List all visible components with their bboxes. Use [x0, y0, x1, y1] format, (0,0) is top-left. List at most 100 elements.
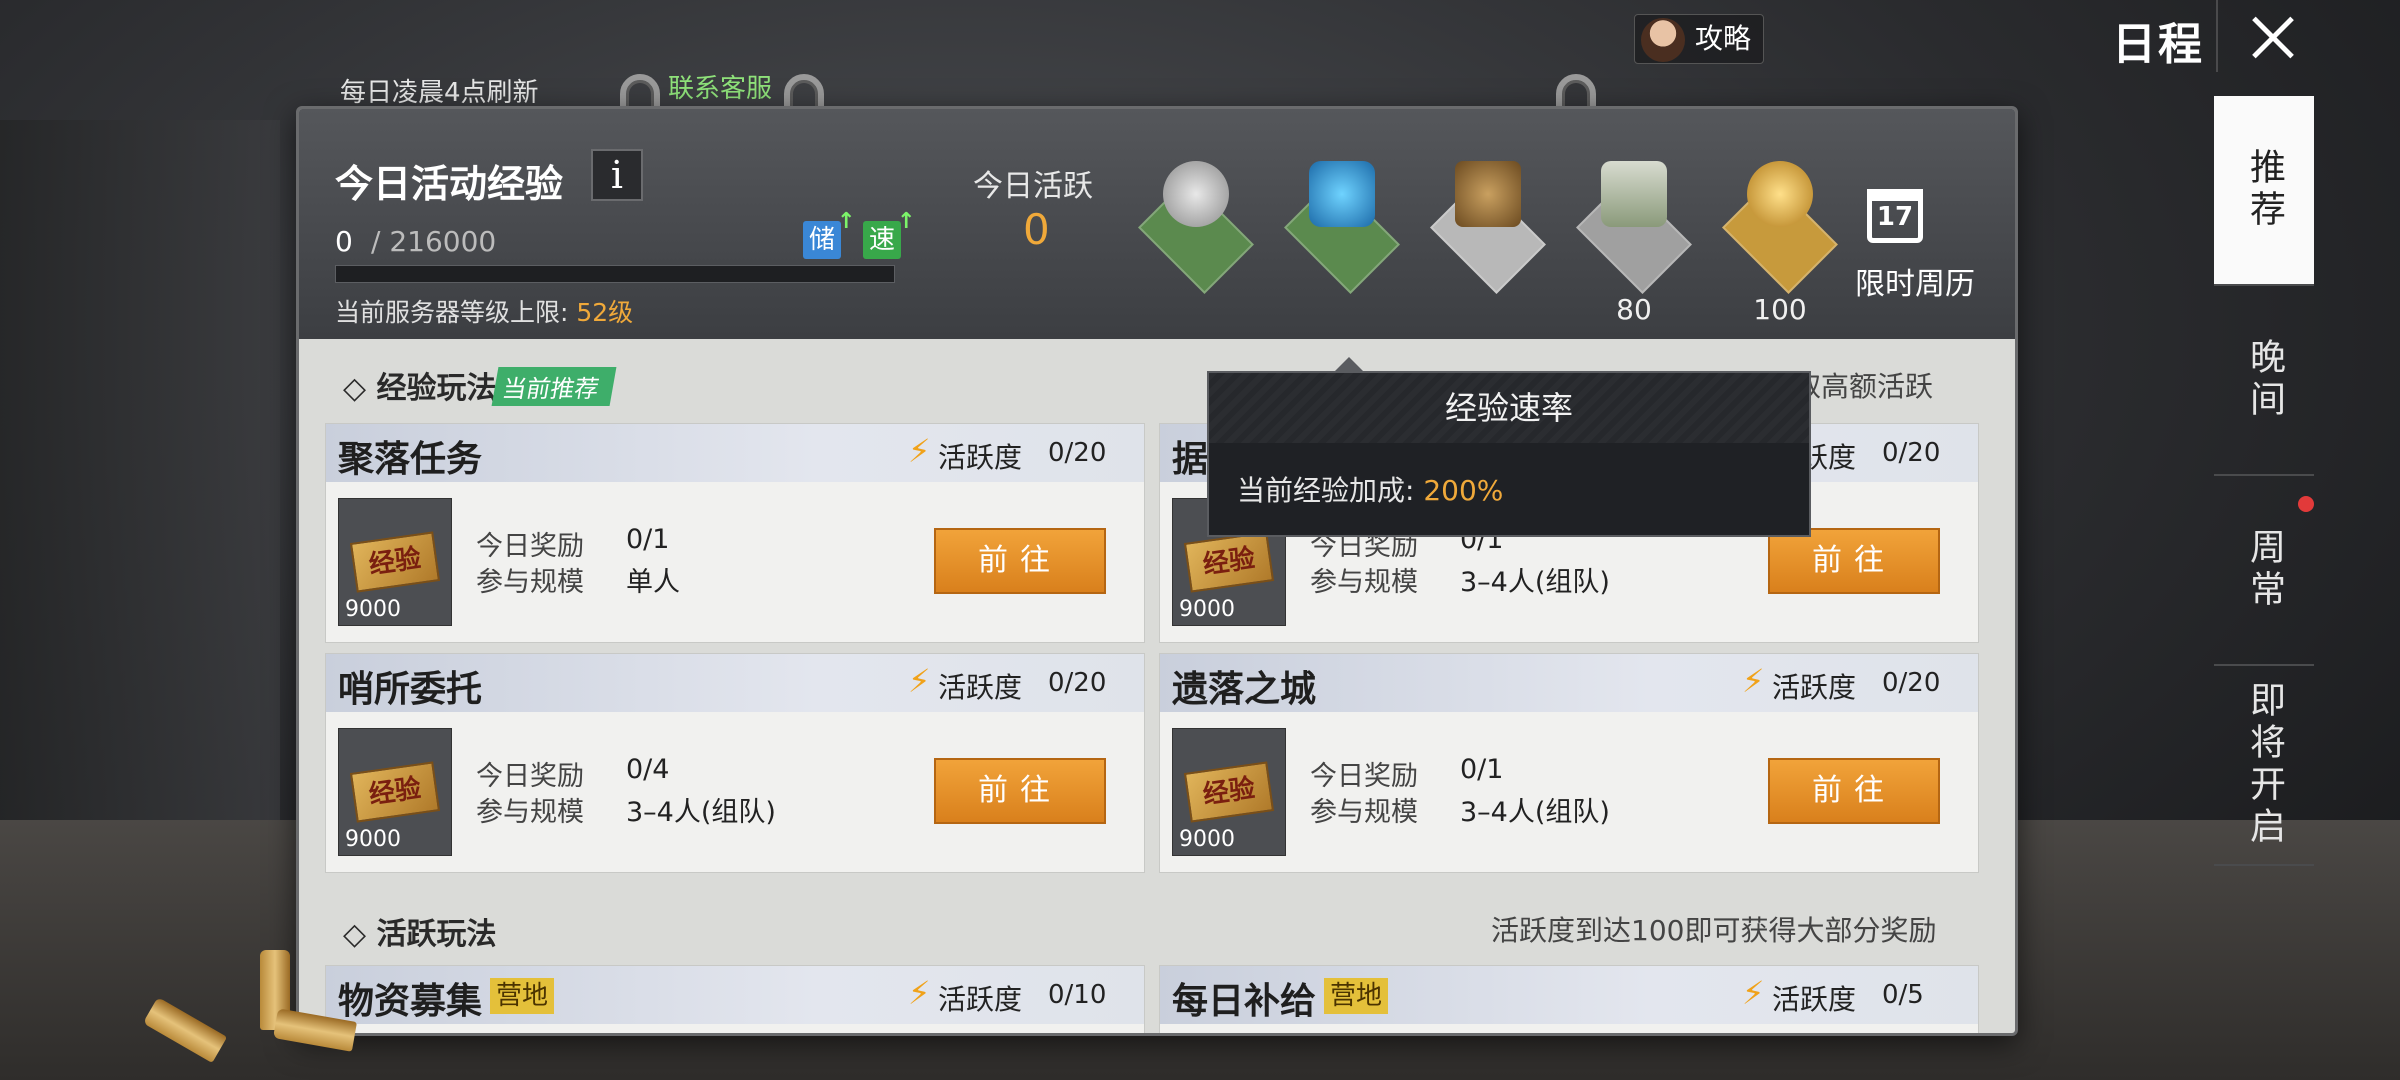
reward-tier-3[interactable] [1430, 161, 1546, 294]
storage-boost-badge[interactable]: 储 [803, 221, 841, 259]
exp-max: / 216000 [371, 225, 497, 258]
scale-label: 参与规模 [476, 567, 584, 598]
today-reward-label: 今日奖励 [1310, 761, 1418, 792]
lightning-icon: ⚡ [908, 974, 931, 1012]
tab-upcoming[interactable]: 即将开启 [2214, 666, 2314, 866]
thumb-value: 9000 [345, 597, 401, 622]
calendar-icon[interactable]: 17 [1867, 189, 1923, 243]
today-reward-value: 0/1 [1460, 754, 1504, 785]
activity-label: 活跃度 [938, 441, 1023, 474]
tooltip-value: 200% [1423, 474, 1504, 507]
scale-value: 3–4人(组队) [1460, 797, 1610, 828]
activity-card[interactable]: 聚落任务 ⚡ 活跃度 0/20 经验 9000 今日奖励 0/1 参与规模 单人… [325, 423, 1145, 643]
guide-button[interactable]: 攻略 [1634, 14, 1765, 64]
tooltip-title: 经验速率 [1209, 373, 1809, 443]
silver-coin-icon [1163, 161, 1229, 227]
tab-recommended[interactable]: 推荐 [2214, 96, 2314, 286]
thumb-value: 9000 [1179, 597, 1235, 622]
activity-value: 0/20 [1048, 668, 1107, 698]
side-nav: 推荐 晚间 周常 即将开启 [2214, 96, 2314, 876]
exp-section-title: ◇ 经验玩法 [343, 371, 497, 406]
speed-boost-badge[interactable]: 速 [863, 221, 901, 259]
reward-tier-4-value: 80 [1616, 293, 1652, 326]
lightning-icon: ⚡ [1742, 662, 1765, 700]
daily-active-label: 今日活跃 [973, 169, 1093, 204]
notification-dot [2298, 496, 2314, 512]
close-icon[interactable] [2216, 0, 2320, 72]
exp-rate-tooltip: 经验速率 当前经验加成: 200% [1207, 357, 1811, 537]
camp-tag: 营地 [1324, 978, 1389, 1014]
energy-icon [1309, 161, 1375, 227]
scale-label: 参与规模 [1310, 567, 1418, 598]
exp-current: 0 [335, 225, 353, 258]
go-button[interactable]: 前往 [934, 758, 1106, 824]
activity-name: 遗落之城 [1172, 669, 1317, 710]
tooltip-label: 当前经验加成: [1237, 474, 1424, 507]
today-reward-value: 0/4 [626, 754, 670, 785]
lightning-icon: ⚡ [908, 432, 931, 470]
exp-header: 今日活动经验 i 0 / 216000 储 ↑ 速 ↑ 当前服务器等级上限: 5… [299, 109, 2015, 339]
exp-ticket-thumb: 经验 9000 [338, 498, 452, 626]
exp-progress-bar [335, 265, 895, 283]
arrow-up-icon: ↑ [837, 209, 856, 234]
scale-value: 3–4人(组队) [626, 797, 776, 828]
reward-tier-1[interactable] [1138, 161, 1254, 294]
activity-card[interactable]: 哨所委托 ⚡ 活跃度 0/20 经验 9000 今日奖励 0/4 参与规模 3–… [325, 653, 1145, 873]
activity-label: 活跃度 [938, 983, 1023, 1016]
go-button[interactable]: 前往 [934, 528, 1106, 594]
lightning-icon: ⚡ [1742, 974, 1765, 1012]
gold-coin-icon [1747, 161, 1813, 227]
info-button[interactable]: i [591, 149, 643, 201]
arrow-up-icon: ↑ [897, 209, 916, 234]
tab-evening[interactable]: 晚间 [2214, 286, 2314, 476]
go-button[interactable]: 前往 [1768, 528, 1940, 594]
exp-ticket-thumb: 经验 9000 [338, 728, 452, 856]
scale-value: 单人 [626, 567, 680, 598]
exp-ticket-thumb: 经验 9000 [1172, 728, 1286, 856]
guide-label: 攻略 [1695, 22, 1752, 55]
page-title: 日程 [2112, 19, 2204, 70]
reward-tier-5-value: 100 [1753, 293, 1807, 326]
shell-icon [142, 997, 228, 1063]
bullet-shells [142, 950, 370, 1063]
activity-name: 每日补给 [1172, 981, 1317, 1022]
activity-value: 0/20 [1048, 438, 1107, 468]
activity-value: 0/20 [1882, 668, 1941, 698]
tooltip-pointer [1333, 357, 1365, 373]
guide-avatar-icon [1641, 18, 1685, 62]
activity-card[interactable]: 物资募集 营地 ⚡ 活跃度 0/10 [325, 965, 1145, 1033]
reward-tier-5[interactable] [1722, 161, 1838, 294]
shell-icon [273, 1008, 357, 1052]
server-level-limit: 当前服务器等级上限: 52级 [335, 293, 633, 329]
exp-ticket-icon: 经验 [1183, 531, 1275, 593]
active-section-title: ◇ 活跃玩法 [343, 917, 497, 952]
exp-ticket-icon: 经验 [1183, 761, 1275, 823]
ammo-crate-icon [1601, 161, 1667, 227]
activity-name: 哨所委托 [338, 669, 483, 710]
lightning-icon: ⚡ [908, 662, 931, 700]
activity-label: 活跃度 [1772, 983, 1857, 1016]
camp-tag: 营地 [490, 978, 555, 1014]
today-reward-label: 今日奖励 [476, 531, 584, 562]
activity-label: 活跃度 [1772, 671, 1857, 704]
server-limit-label: 当前服务器等级上限: [335, 298, 577, 327]
calendar-label[interactable]: 限时周历 [1855, 259, 1975, 303]
today-reward-value: 0/1 [626, 524, 670, 555]
go-button[interactable]: 前往 [1768, 758, 1940, 824]
scale-label: 参与规模 [1310, 797, 1418, 828]
daily-active-value: 0 [1023, 205, 1050, 254]
recommend-tag: 当前推荐 [491, 367, 617, 406]
activity-name: 聚落任务 [338, 439, 483, 480]
refresh-note: 每日凌晨4点刷新 [340, 78, 539, 108]
reward-tier-2[interactable] [1284, 161, 1400, 294]
emblem-icon [1455, 161, 1521, 227]
thumb-value: 9000 [345, 827, 401, 852]
thumb-value: 9000 [1179, 827, 1235, 852]
activity-card[interactable]: 遗落之城 ⚡ 活跃度 0/20 经验 9000 今日奖励 0/1 参与规模 3–… [1159, 653, 1979, 873]
scale-value: 3–4人(组队) [1460, 567, 1610, 598]
activity-value: 0/20 [1882, 438, 1941, 468]
contact-service-link[interactable]: 联系客服 [668, 68, 772, 105]
activity-card[interactable]: 每日补给 营地 ⚡ 活跃度 0/5 [1159, 965, 1979, 1033]
reward-tier-4[interactable] [1576, 161, 1692, 294]
schedule-panel: 今日活动经验 i 0 / 216000 储 ↑ 速 ↑ 当前服务器等级上限: 5… [296, 106, 2018, 1036]
